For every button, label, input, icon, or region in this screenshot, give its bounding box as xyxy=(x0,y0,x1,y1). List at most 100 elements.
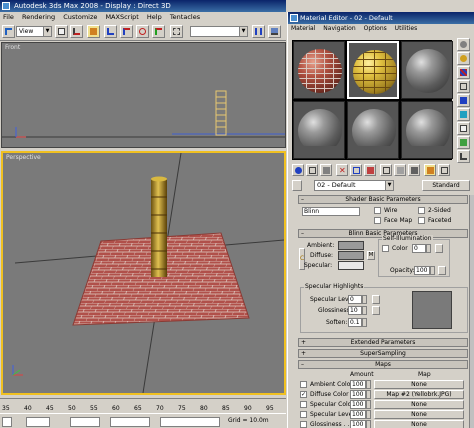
map-amount-field[interactable]: 100 xyxy=(350,420,366,428)
named-selection-button[interactable] xyxy=(170,25,183,38)
specular-level-field[interactable]: 0 xyxy=(348,295,362,304)
backlight-button[interactable] xyxy=(457,52,470,65)
glossiness-map-button[interactable] xyxy=(372,306,380,315)
map-amount-field[interactable]: 100 xyxy=(350,380,366,389)
map-slot-button[interactable]: None xyxy=(374,410,464,419)
opacity-field[interactable]: 100 xyxy=(414,266,430,275)
material-effects-channel-button[interactable] xyxy=(380,164,392,176)
time-slider-track[interactable]: 35 40 45 50 55 60 65 70 75 80 85 90 95 xyxy=(0,398,286,412)
self-illum-amount-field[interactable]: 0 xyxy=(412,244,426,253)
self-illum-color-checkbox[interactable] xyxy=(382,245,389,252)
menu-maxscript[interactable]: MAXScript xyxy=(102,13,141,21)
put-to-library-button[interactable] xyxy=(364,164,376,176)
pivot-center-button[interactable] xyxy=(55,25,68,38)
opacity-map-button[interactable] xyxy=(438,266,446,275)
uv-tiling-button[interactable] xyxy=(457,80,470,93)
make-preview-button[interactable] xyxy=(457,108,470,121)
pick-material-from-object-button[interactable] xyxy=(292,180,302,191)
select-by-material-button[interactable] xyxy=(457,136,470,149)
opacity-spinner[interactable] xyxy=(430,266,435,275)
angle-snap-button[interactable] xyxy=(120,25,133,38)
map-enable-checkbox[interactable] xyxy=(300,401,307,408)
two-sided-checkbox[interactable] xyxy=(418,207,425,214)
glossiness-spinner[interactable] xyxy=(362,306,367,315)
show-end-result-button[interactable] xyxy=(408,164,420,176)
shader-type-dropdown[interactable]: Blinn xyxy=(302,207,360,216)
map-amount-spinner[interactable] xyxy=(366,390,371,399)
select-object-button[interactable] xyxy=(2,25,15,38)
map-enable-checkbox[interactable]: ✓ xyxy=(300,391,307,398)
material-type-button[interactable]: Standard xyxy=(422,180,470,191)
material-sample-slot[interactable] xyxy=(293,101,345,159)
align-button[interactable] xyxy=(268,25,281,38)
select-manipulate-button[interactable] xyxy=(70,25,83,38)
wire-checkbox[interactable] xyxy=(374,207,381,214)
self-illum-map-button[interactable] xyxy=(435,244,443,253)
specular-level-spinner[interactable] xyxy=(362,295,367,304)
map-slot-button[interactable]: Map #2 (Yellobrk.JPG) xyxy=(374,390,464,399)
spinner-snap-button[interactable] xyxy=(152,25,165,38)
diffuse-color-swatch[interactable] xyxy=(338,251,364,260)
menu-file[interactable]: File xyxy=(0,13,17,21)
menu-utilities[interactable]: Utilities xyxy=(392,25,421,32)
map-amount-spinner[interactable] xyxy=(366,410,371,419)
faceted-checkbox[interactable] xyxy=(418,217,425,224)
soften-spinner[interactable] xyxy=(362,318,367,327)
put-material-button[interactable] xyxy=(306,164,318,176)
options-button[interactable] xyxy=(457,122,470,135)
parameters-scrollbar[interactable] xyxy=(469,195,474,428)
map-slot-button[interactable]: None xyxy=(374,420,464,428)
supersampling-rollout[interactable]: + SuperSampling xyxy=(298,349,468,358)
map-enable-checkbox[interactable] xyxy=(300,411,307,418)
menu-options[interactable]: Options xyxy=(361,25,390,32)
menu-rendering[interactable]: Rendering xyxy=(19,13,58,21)
snap-toggle-button[interactable] xyxy=(104,25,117,38)
show-map-in-viewport-button[interactable] xyxy=(394,164,406,176)
material-sample-slot[interactable] xyxy=(401,41,453,99)
map-amount-spinner[interactable] xyxy=(366,400,371,409)
menu-navigation[interactable]: Navigation xyxy=(320,25,358,32)
material-sample-slot[interactable] xyxy=(347,101,399,159)
z-coordinate-field[interactable] xyxy=(160,417,220,427)
material-map-navigator-button[interactable] xyxy=(457,150,470,163)
video-color-check-button[interactable] xyxy=(457,94,470,107)
go-forward-to-sibling-button[interactable] xyxy=(438,164,450,176)
make-unique-button[interactable] xyxy=(350,164,362,176)
material-editor-title-bar[interactable]: Material Editor - 02 - Default xyxy=(288,12,474,24)
menu-help[interactable]: Help xyxy=(144,13,165,21)
sample-type-button[interactable] xyxy=(457,38,470,51)
shader-basic-parameters-rollout[interactable]: – Shader Basic Parameters xyxy=(298,195,468,204)
material-sample-slot[interactable] xyxy=(401,101,453,159)
background-button[interactable] xyxy=(457,66,470,79)
assign-material-button[interactable] xyxy=(320,164,332,176)
perspective-viewport[interactable]: Perspective xyxy=(1,151,286,395)
map-amount-field[interactable]: 100 xyxy=(350,410,366,419)
front-viewport[interactable]: Front xyxy=(1,42,286,148)
specular-color-swatch[interactable] xyxy=(338,261,364,270)
map-enable-checkbox[interactable] xyxy=(300,381,307,388)
maps-rollout[interactable]: – Maps xyxy=(298,360,468,369)
mirror-button[interactable] xyxy=(252,25,265,38)
material-name-dropdown[interactable]: 02 - Default ▼ xyxy=(314,180,394,191)
diffuse-map-button[interactable]: M xyxy=(367,251,375,260)
x-coordinate-field[interactable] xyxy=(70,417,100,427)
map-amount-spinner[interactable] xyxy=(366,380,371,389)
face-map-checkbox[interactable] xyxy=(374,217,381,224)
self-illum-spinner[interactable] xyxy=(426,244,431,253)
map-amount-field[interactable]: 100 xyxy=(350,400,366,409)
menu-customize[interactable]: Customize xyxy=(60,13,100,21)
map-amount-spinner[interactable] xyxy=(366,420,371,428)
material-sample-slot[interactable] xyxy=(347,41,399,99)
extended-parameters-rollout[interactable]: + Extended Parameters xyxy=(298,338,468,347)
glossiness-field[interactable]: 10 xyxy=(348,306,362,315)
y-coordinate-field[interactable] xyxy=(110,417,150,427)
main-title-bar[interactable]: Autodesk 3ds Max 2008 - Display : Direct… xyxy=(0,0,286,12)
menu-tentacles[interactable]: Tentacles xyxy=(167,13,203,21)
keyboard-shortcut-override-button[interactable] xyxy=(87,25,100,38)
map-amount-field[interactable]: 100 xyxy=(350,390,366,399)
map-enable-checkbox[interactable] xyxy=(300,421,307,428)
map-slot-button[interactable]: None xyxy=(374,400,464,409)
reset-map-button[interactable]: ✕ xyxy=(336,164,348,176)
reference-coordinate-dropdown[interactable]: View ▼ xyxy=(16,26,52,37)
go-to-parent-button[interactable] xyxy=(424,164,436,176)
